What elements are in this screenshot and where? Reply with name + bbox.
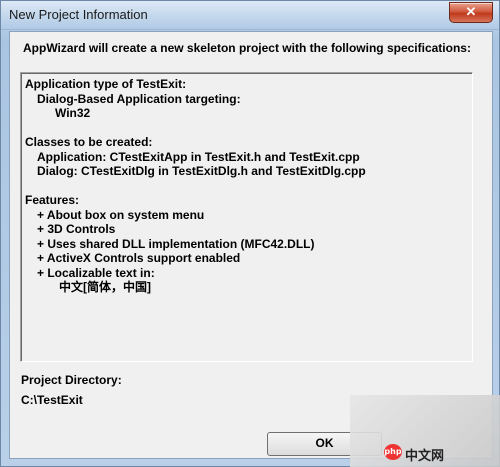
title-bar[interactable]: New Project Information ✕ (1, 1, 499, 30)
language-text: 中文[简体，中国] (59, 280, 151, 294)
classes-header: Classes to be created: (25, 135, 153, 149)
feature-item: + Uses shared DLL implementation (MFC42.… (37, 236, 315, 251)
php-logo-icon: php (384, 444, 402, 460)
intro-text: AppWizard will create a new skeleton pro… (23, 41, 471, 55)
feature-item: + Localizable text in: (37, 265, 155, 280)
specifications-box: Application type of TestExit: Dialog-Bas… (20, 72, 473, 362)
app-type-desc: Dialog-Based Application targeting: (37, 91, 241, 106)
class-application: Application: CTestExitApp in TestExit.h … (37, 149, 360, 164)
class-dialog: Dialog: CTestExitDlg in TestExitDlg.h an… (37, 164, 366, 178)
project-directory-label: Project Directory: (21, 373, 122, 387)
close-button[interactable]: ✕ (449, 2, 493, 23)
platform-text: Win32 (55, 106, 91, 120)
feature-item: + About box on system menu (37, 207, 205, 222)
project-directory-value: C:\TestExit (21, 393, 83, 407)
feature-item: + ActiveX Controls support enabled (37, 251, 241, 265)
features-header: Features: (25, 193, 80, 207)
window-title: New Project Information (9, 7, 148, 22)
close-icon: ✕ (465, 4, 477, 19)
feature-item: + 3D Controls (37, 222, 116, 236)
app-type-header: Application type of TestExit: (25, 77, 187, 91)
watermark-text: 中文网 (405, 449, 445, 464)
